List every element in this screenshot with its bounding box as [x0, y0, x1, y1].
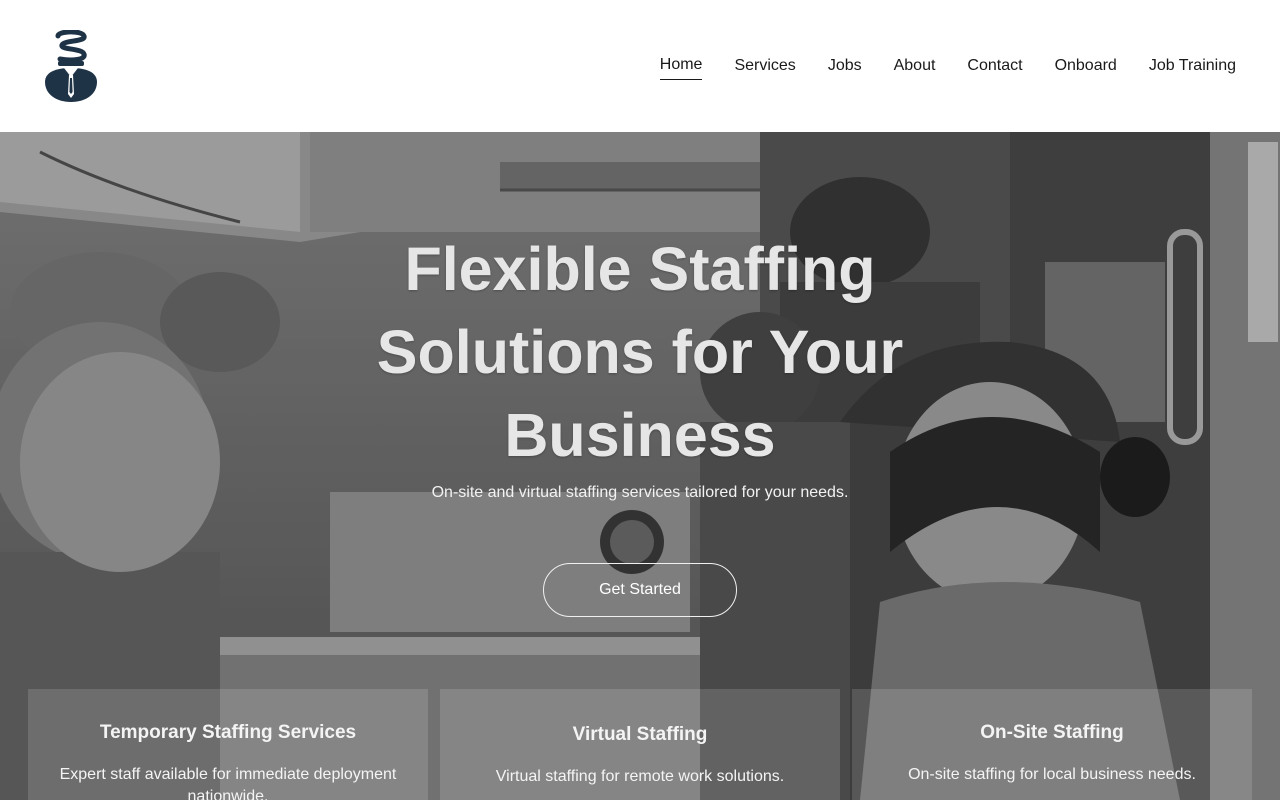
- service-card-title: Temporary Staffing Services: [99, 722, 357, 743]
- hero-section: Flexible Staffing Solutions for Your Bus…: [0, 132, 1280, 800]
- staffing-agent-logo-icon[interactable]: [42, 30, 100, 104]
- service-card-temporary[interactable]: Temporary Staffing Services Expert staff…: [28, 689, 428, 800]
- nav-contact[interactable]: Contact: [967, 56, 1022, 80]
- nav-about[interactable]: About: [894, 56, 936, 80]
- service-card-onsite[interactable]: On-Site Staffing On-site staffing for lo…: [852, 689, 1252, 800]
- service-card-text: Virtual staffing for remote work solutio…: [495, 768, 785, 785]
- nav-home[interactable]: Home: [659, 55, 703, 80]
- hero-subtitle: On-site and virtual staffing services ta…: [431, 484, 849, 501]
- service-card-text: On-site staffing for local business need…: [908, 766, 1196, 783]
- service-card-text: Expert staff available for immediate dep…: [59, 766, 397, 800]
- get-started-button[interactable]: Get Started: [543, 563, 737, 617]
- site-header: Home Services Jobs About Contact Onboard…: [0, 0, 1280, 132]
- service-card-title: On-Site Staffing: [980, 722, 1124, 743]
- service-card-title: Virtual Staffing: [572, 724, 708, 745]
- nav-jobs[interactable]: Jobs: [828, 56, 862, 80]
- nav-services[interactable]: Services: [734, 56, 795, 80]
- nav-job-training[interactable]: Job Training: [1149, 56, 1236, 80]
- hero-title: Flexible Staffing Solutions for Your Bus…: [376, 235, 904, 469]
- main-nav: Home Services Jobs About Contact Onboard…: [628, 55, 1236, 80]
- service-card-virtual[interactable]: Virtual Staffing Virtual staffing for re…: [440, 689, 840, 800]
- nav-onboard[interactable]: Onboard: [1055, 56, 1117, 80]
